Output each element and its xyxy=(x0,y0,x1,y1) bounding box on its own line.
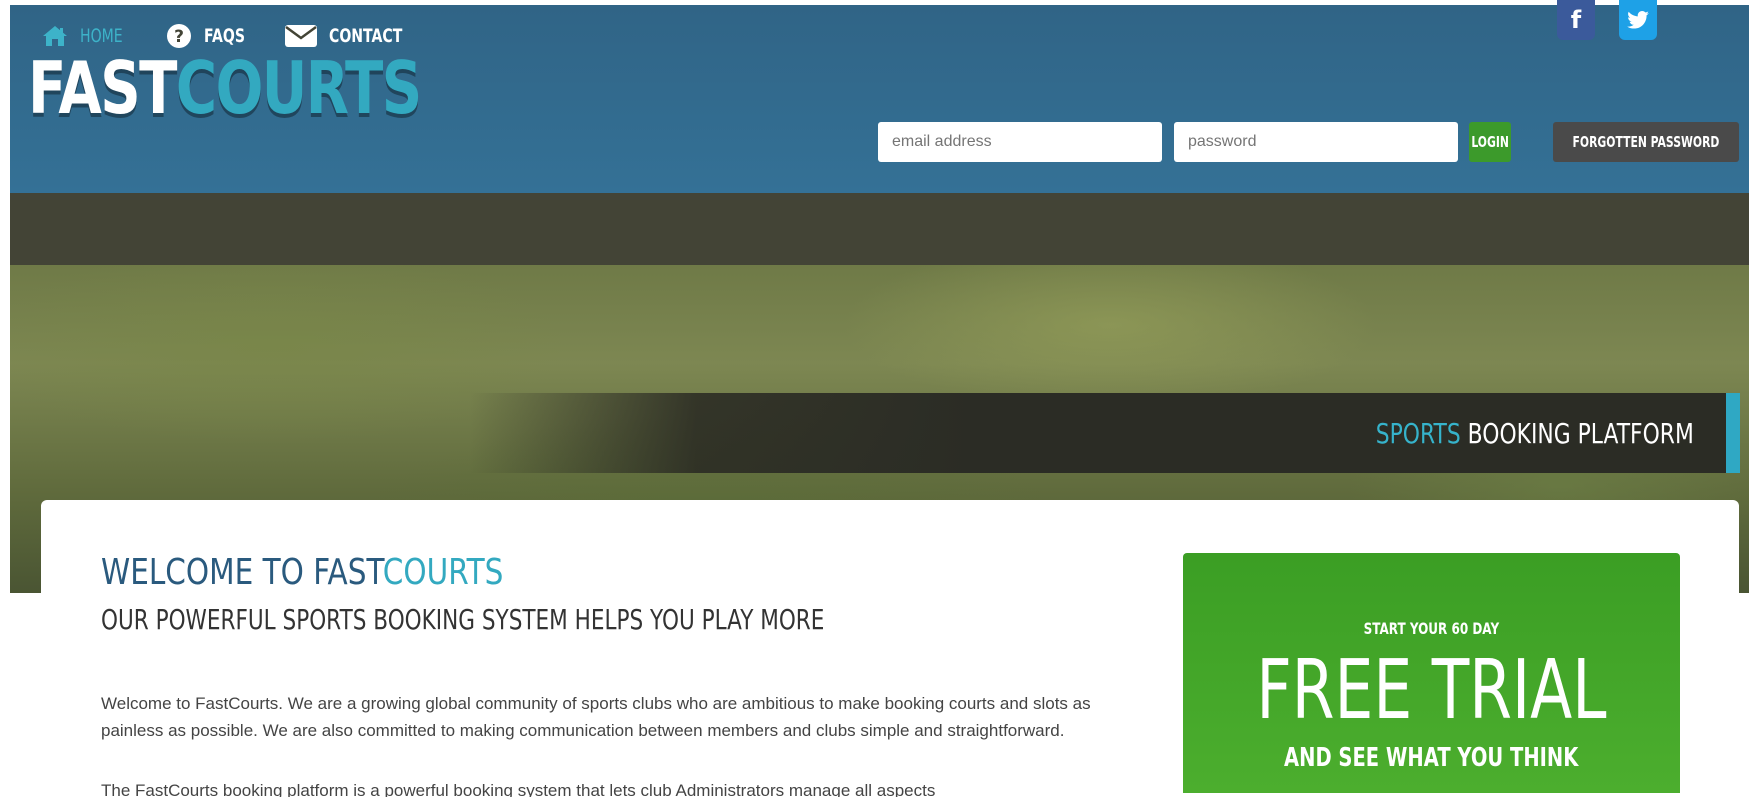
nav-item-home[interactable]: HOME xyxy=(42,0,138,72)
nav-item-faqs[interactable]: ? FAQS xyxy=(166,0,259,72)
nav-item-contact[interactable]: CONTACT xyxy=(285,0,428,72)
login-label: LOGIN xyxy=(1471,133,1509,151)
svg-text:?: ? xyxy=(174,27,184,47)
hero-banner-text: SPORTS BOOKING PLATFORM xyxy=(1376,417,1694,450)
intro-paragraph: Welcome to FastCourts. We are a growing … xyxy=(101,694,1091,740)
free-trial-box[interactable]: START YOUR 60 DAY FREE TRIAL AND SEE WHA… xyxy=(1183,553,1680,793)
platform-paragraph: The FastCourts booking platform is a pow… xyxy=(101,781,936,797)
facebook-icon: f xyxy=(1570,6,1582,34)
email-input[interactable] xyxy=(878,122,1162,162)
trial-line-2: FREE TRIAL xyxy=(1256,643,1607,738)
banner-rest: BOOKING PLATFORM xyxy=(1460,416,1694,450)
home-icon xyxy=(43,26,67,46)
welcome-text: WELCOME TO FAST xyxy=(101,552,383,593)
trial-line-1: START YOUR 60 DAY xyxy=(1363,619,1500,638)
main-nav xyxy=(10,193,1749,265)
facebook-button[interactable]: f xyxy=(1557,0,1595,40)
nav-label-home: HOME xyxy=(80,25,123,47)
nav-label-contact: CONTACT xyxy=(329,25,403,47)
question-circle-icon: ? xyxy=(167,24,191,48)
page-subtitle: OUR POWERFUL SPORTS BOOKING SYSTEM HELPS… xyxy=(101,603,825,636)
banner-highlight: SPORTS xyxy=(1375,416,1461,450)
envelope-icon xyxy=(285,25,317,47)
nav-label-faqs: FAQS xyxy=(204,25,245,47)
password-input[interactable] xyxy=(1174,122,1458,162)
forgotten-password-button[interactable]: FORGOTTEN PASSWORD xyxy=(1553,122,1739,162)
login-button[interactable]: LOGIN xyxy=(1469,122,1511,162)
trial-line-3: AND SEE WHAT YOU THINK xyxy=(1284,743,1579,773)
page-title: WELCOME TO FASTCOURTS xyxy=(101,552,503,593)
hero-banner: SPORTS BOOKING PLATFORM xyxy=(470,393,1726,473)
twitter-button[interactable] xyxy=(1619,0,1657,40)
welcome-highlight: COURTS xyxy=(382,552,504,593)
forgot-label: FORGOTTEN PASSWORD xyxy=(1572,133,1720,151)
twitter-icon xyxy=(1627,11,1649,29)
banner-accent-bar xyxy=(1726,393,1740,473)
